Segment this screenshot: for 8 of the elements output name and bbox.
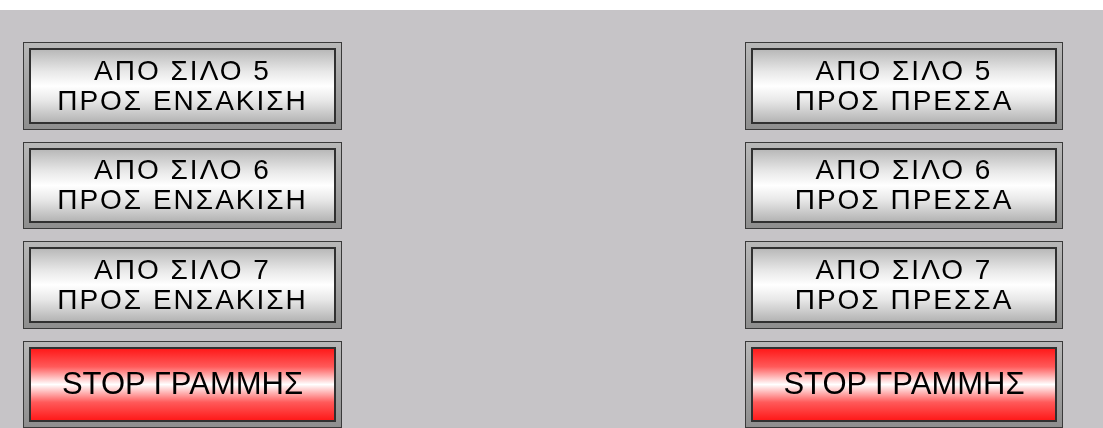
route-button[interactable]: ΑΠΟ ΣΙΛΟ 7 ΠΡΟΣ ΠΡΕΣΣΑ	[745, 241, 1063, 329]
stop-button[interactable]: STOP ΓΡΑΜΜΗΣ	[23, 340, 342, 428]
route-button[interactable]: ΑΠΟ ΣΙΛΟ 7 ΠΡΟΣ ΕΝΣΑΚΙΣΗ	[23, 241, 342, 329]
route-button[interactable]: ΑΠΟ ΣΙΛΟ 6 ΠΡΟΣ ΕΝΣΑΚΙΣΗ	[23, 141, 342, 229]
route-button[interactable]: ΑΠΟ ΣΙΛΟ 5 ΠΡΟΣ ΕΝΣΑΚΙΣΗ	[23, 42, 342, 130]
route-button[interactable]: ΑΠΟ ΣΙΛΟ 5 ΠΡΟΣ ΠΡΕΣΣΑ	[745, 42, 1063, 130]
stop-button[interactable]: STOP ΓΡΑΜΜΗΣ	[745, 340, 1063, 428]
route-button[interactable]: ΑΠΟ ΣΙΛΟ 6 ΠΡΟΣ ΠΡΕΣΣΑ	[745, 141, 1063, 229]
